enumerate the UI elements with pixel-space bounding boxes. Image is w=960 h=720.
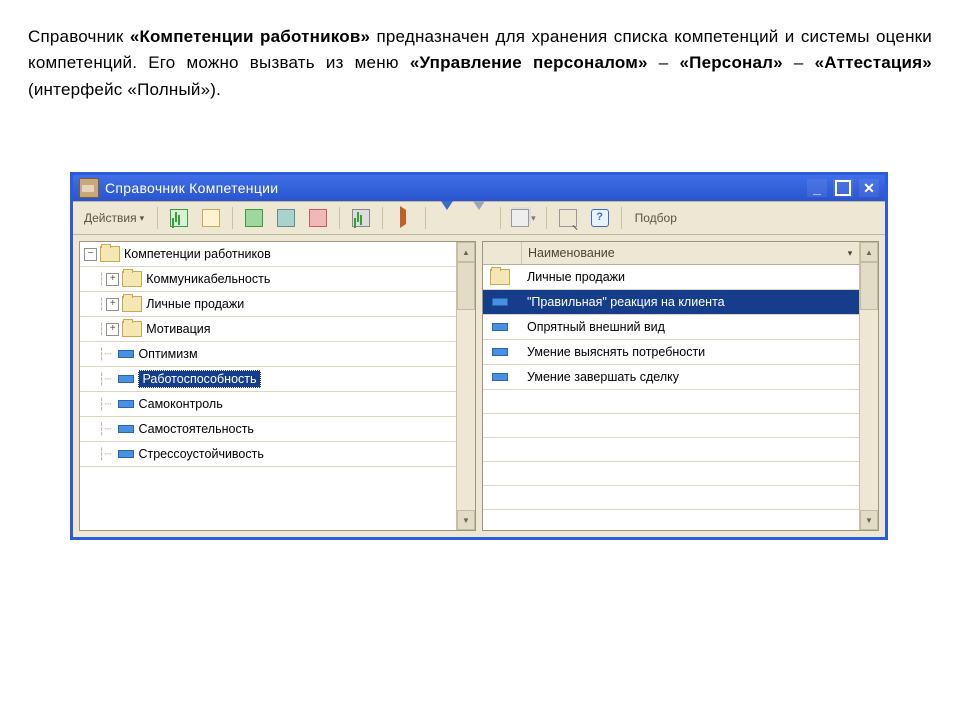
tree-scrollbar[interactable]: ▲ ▼ (456, 242, 475, 530)
actions-menu[interactable]: Действия▾ (77, 205, 151, 231)
selection-button[interactable]: Подбор (628, 205, 684, 231)
tree-row[interactable]: −Компетенции работников (80, 242, 456, 267)
window-title: Справочник Компетенции (105, 180, 278, 196)
grid-row[interactable]: "Правильная" реакция на клиента (483, 290, 859, 315)
item-icon (118, 350, 134, 358)
grid-row[interactable]: Опрятный внешний вид (483, 315, 859, 340)
app-window: Справочник Компетенции _ ✕ Действия▾ ▾ ?… (70, 172, 888, 540)
toolbar-edit-icon[interactable] (271, 205, 301, 231)
folder-icon (122, 321, 142, 337)
folder-icon (122, 271, 142, 287)
tree-row[interactable]: ┆┈Оптимизм (80, 342, 456, 367)
toolbar-hierarchy-icon[interactable] (346, 205, 376, 231)
item-icon (492, 298, 508, 306)
document-paragraph: Справочник «Компетенции работников» пред… (0, 0, 960, 115)
tree-row[interactable]: ┆+Личные продажи (80, 292, 456, 317)
item-icon (492, 373, 508, 381)
toolbar-add-icon[interactable] (239, 205, 269, 231)
toolbar-delete-icon[interactable] (303, 205, 333, 231)
grid-row[interactable]: Умение завершать сделку (483, 365, 859, 390)
minimize-button[interactable]: _ (807, 179, 827, 197)
folder-icon (100, 246, 120, 262)
grid-row[interactable]: Умение выяснять потребности (483, 340, 859, 365)
tree-row[interactable]: ┆┈Стрессоустойчивость (80, 442, 456, 467)
toolbar-tree-icon[interactable] (164, 205, 194, 231)
item-icon (118, 375, 134, 383)
toolbar-copy-icon[interactable]: ▾ (507, 205, 540, 231)
item-icon (492, 348, 508, 356)
item-icon (118, 400, 134, 408)
grid-panel: Наименование ▾ Личные продажи"Правильная… (482, 241, 879, 531)
grid-row[interactable]: Личные продажи (483, 265, 859, 290)
item-icon (118, 425, 134, 433)
close-button[interactable]: ✕ (859, 179, 879, 197)
toolbar: Действия▾ ▾ ? Подбор (73, 201, 885, 235)
grid-scrollbar[interactable]: ▲ ▼ (859, 242, 878, 530)
toolbar-file-icon[interactable] (196, 205, 226, 231)
tree-row[interactable]: ┆┈Самостоятельность (80, 417, 456, 442)
toolbar-move-icon[interactable] (389, 205, 419, 231)
tree-row[interactable]: ┆┈Работоспособность (80, 367, 456, 392)
maximize-button[interactable] (833, 179, 853, 197)
grid-header[interactable]: Наименование ▾ (483, 242, 859, 265)
tree-row[interactable]: ┆+Мотивация (80, 317, 456, 342)
item-icon (118, 450, 134, 458)
titlebar: Справочник Компетенции _ ✕ (73, 175, 885, 201)
toolbar-filteroff-icon[interactable] (464, 205, 494, 231)
toolbar-help-icon[interactable]: ? (585, 205, 615, 231)
app-icon (79, 178, 99, 198)
folder-icon (122, 296, 142, 312)
tree-row[interactable]: ┆┈Самоконтроль (80, 392, 456, 417)
folder-icon (490, 269, 510, 285)
toolbar-search-icon[interactable] (553, 205, 583, 231)
tree-panel: −Компетенции работников┆+Коммуникабельно… (79, 241, 476, 531)
tree-row[interactable]: ┆+Коммуникабельность (80, 267, 456, 292)
item-icon (492, 323, 508, 331)
toolbar-filter-icon[interactable] (432, 205, 462, 231)
